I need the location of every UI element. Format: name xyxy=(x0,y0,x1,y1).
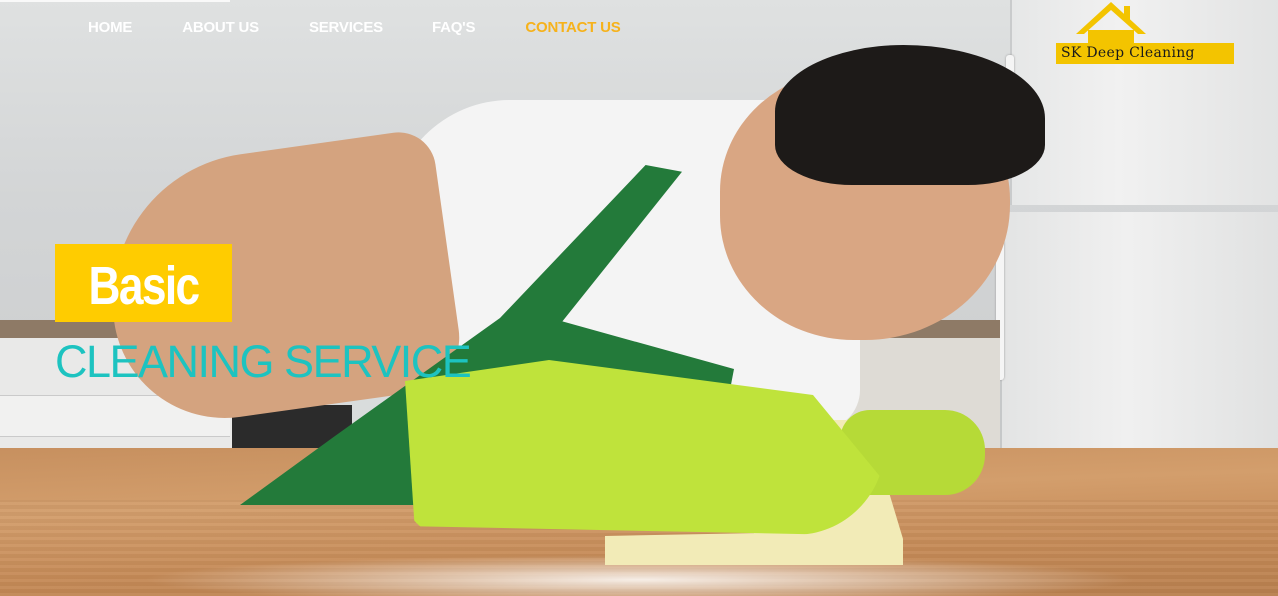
site-logo[interactable]: SK Deep Cleaning xyxy=(1056,0,1234,64)
nav-faqs[interactable]: FAQ'S xyxy=(432,19,476,36)
house-icon xyxy=(1076,2,1146,44)
hero-badge-text: Basic xyxy=(88,256,201,316)
main-nav: HOME ABOUT US SERVICES FAQ'S CONTACT US xyxy=(88,19,621,36)
nav-contact-us[interactable]: CONTACT US xyxy=(525,19,620,36)
nav-about-us[interactable]: ABOUT US xyxy=(182,19,259,36)
nav-home[interactable]: HOME xyxy=(88,19,132,36)
nav-divider xyxy=(0,0,230,2)
hero-badge: Basic xyxy=(55,244,232,322)
logo-text: SK Deep Cleaning xyxy=(1061,45,1195,61)
hero-subtitle: CLEANING SERVICE xyxy=(55,336,472,387)
nav-services[interactable]: SERVICES xyxy=(309,19,383,36)
